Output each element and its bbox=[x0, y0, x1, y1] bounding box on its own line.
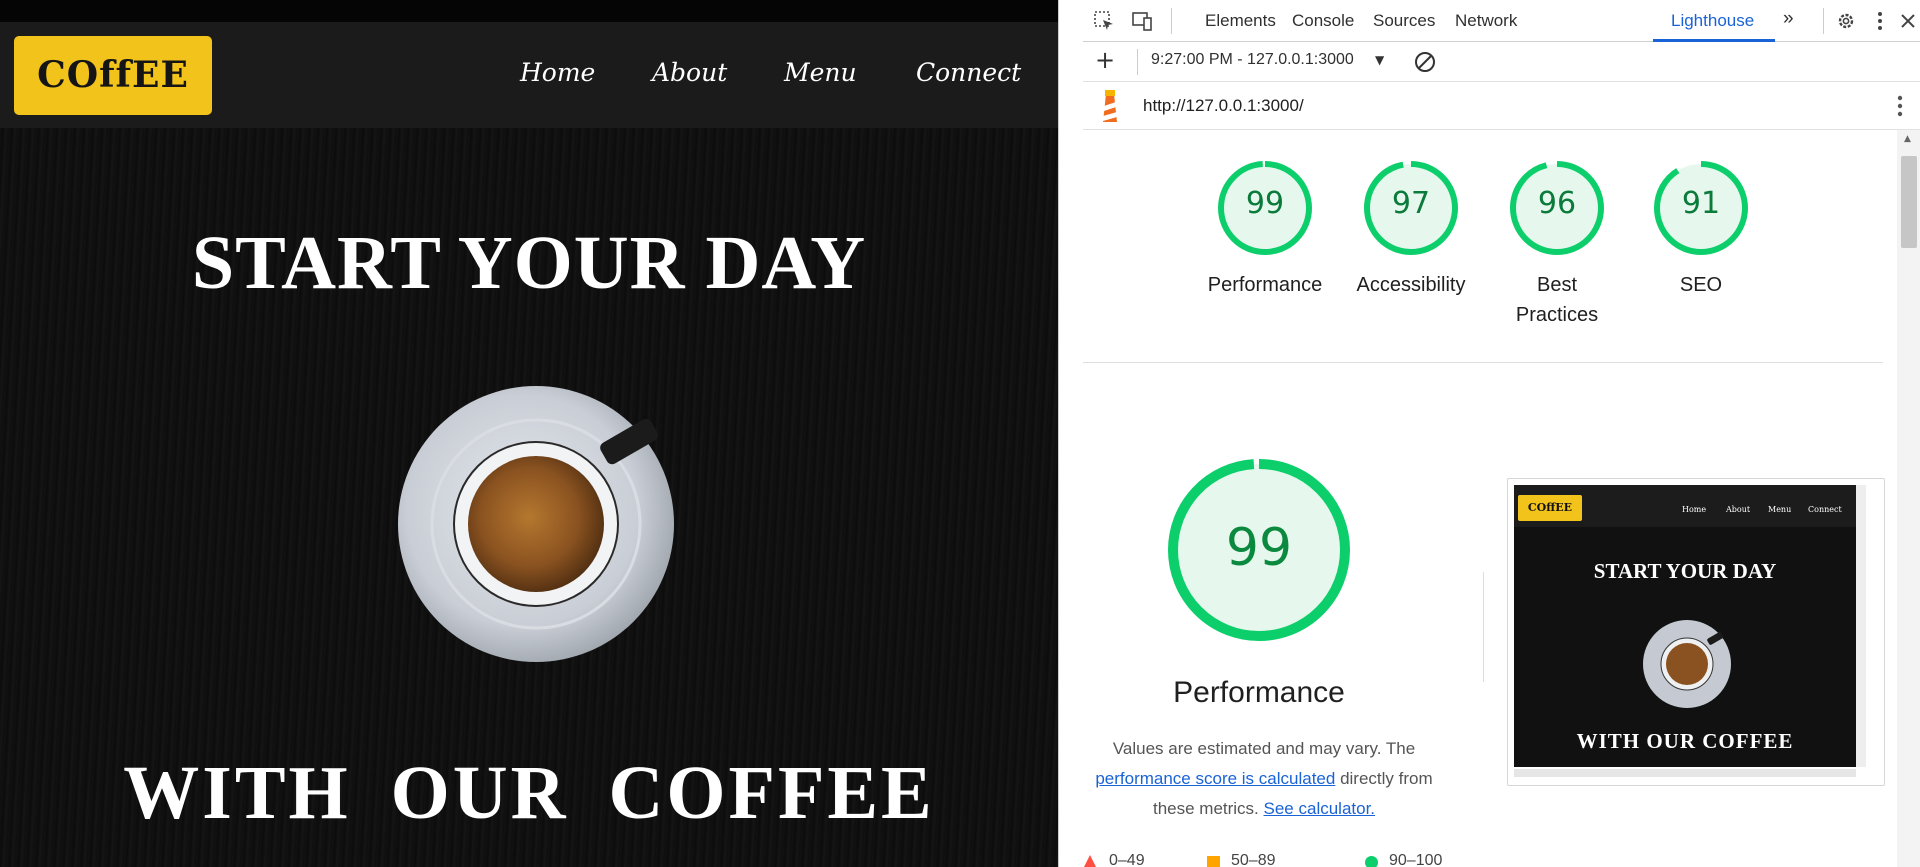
hero-headline-bottom: WITH OUR COFFEE bbox=[123, 751, 935, 835]
best-practices-score: 96 bbox=[1537, 186, 1577, 221]
score-calculated-link[interactable]: performance score is calculated bbox=[1095, 769, 1335, 788]
performance-label: Performance bbox=[1207, 274, 1323, 296]
coffee-cup-image bbox=[398, 386, 674, 662]
thumbnail-headline-top: START YOUR DAY bbox=[1593, 559, 1777, 583]
more-options-icon[interactable] bbox=[1869, 10, 1891, 32]
seo-label: SEO bbox=[1679, 274, 1723, 296]
performance-score: 99 bbox=[1245, 186, 1285, 221]
tab-elements[interactable]: Elements bbox=[1205, 11, 1276, 31]
thumbnail-nav-connect: Connect bbox=[1808, 505, 1842, 514]
thumbnail-nav-home: Home bbox=[1682, 505, 1707, 514]
seo-score: 91 bbox=[1681, 186, 1721, 221]
devtools-panel: Elements Console Sources Network Lightho… bbox=[1058, 0, 1920, 867]
performance-score-gauge[interactable]: 99 bbox=[1217, 160, 1313, 260]
thumbnail-scrollbar bbox=[1856, 485, 1866, 767]
settings-gear-icon[interactable] bbox=[1835, 10, 1857, 32]
website-viewport: COffEE Home About Menu Connect START YOU… bbox=[0, 0, 1058, 867]
lighthouse-toolbar: + 9:27:00 PM - 127.0.0.1:3000 ▼ bbox=[1083, 42, 1920, 82]
desc-text-1: Values are estimated and may vary. The bbox=[1112, 739, 1416, 758]
devtools-tab-bar: Elements Console Sources Network Lightho… bbox=[1083, 0, 1920, 42]
dropdown-caret-icon[interactable]: ▼ bbox=[1375, 53, 1384, 67]
performance-big-score: 99 bbox=[1225, 518, 1293, 578]
report-scrollbar[interactable]: ▲ bbox=[1897, 130, 1920, 867]
hero-headline-top: START YOUR DAY bbox=[191, 221, 867, 305]
thumbnail-coffee-cup-image bbox=[1643, 620, 1731, 708]
nav-home-link[interactable]: Home bbox=[520, 58, 595, 87]
thumbnail-hscrollbar bbox=[1514, 769, 1856, 777]
accessibility-score: 97 bbox=[1391, 186, 1431, 221]
accessibility-label: Accessibility bbox=[1356, 274, 1466, 296]
lighthouse-logo-icon bbox=[1103, 90, 1117, 122]
close-icon[interactable] bbox=[1897, 10, 1919, 32]
thumbnail-nav-menu: Menu bbox=[1768, 505, 1792, 514]
new-report-plus-icon[interactable]: + bbox=[1095, 46, 1115, 74]
fail-triangle-icon bbox=[1084, 855, 1096, 867]
section-divider bbox=[1083, 362, 1883, 363]
tab-sources[interactable]: Sources bbox=[1373, 11, 1435, 31]
legend-average-range: 50–89 bbox=[1231, 852, 1276, 867]
thumbnail-nav-about: About bbox=[1726, 505, 1751, 514]
clear-report-icon[interactable] bbox=[1413, 50, 1437, 74]
accessibility-score-gauge[interactable]: 97 bbox=[1363, 160, 1459, 260]
best-practices-label: Best Practices bbox=[1515, 274, 1599, 326]
lighthouse-report: 99 Performance 97 Accessibility 96 Best … bbox=[1083, 130, 1897, 867]
tab-network[interactable]: Network bbox=[1455, 11, 1517, 31]
see-calculator-link[interactable]: See calculator. bbox=[1264, 799, 1376, 818]
more-tabs-chevron-icon[interactable]: » bbox=[1783, 8, 1794, 30]
thumbnail-logo: COffEE bbox=[1518, 495, 1582, 521]
nav-about-link[interactable]: About bbox=[652, 58, 727, 87]
report-menu-icon[interactable] bbox=[1893, 94, 1907, 118]
nav-connect-link[interactable]: Connect bbox=[916, 58, 1021, 87]
nav-menu-link[interactable]: Menu bbox=[784, 58, 857, 87]
legend-fail-range: 0–49 bbox=[1109, 852, 1145, 867]
top-strip bbox=[0, 0, 1058, 22]
tab-console[interactable]: Console bbox=[1292, 11, 1354, 31]
thumbnail-headline-bottom: WITH OUR COFFEE bbox=[1576, 729, 1794, 753]
seo-score-gauge[interactable]: 91 bbox=[1653, 160, 1749, 260]
performance-description: Values are estimated and may vary. The p… bbox=[1083, 734, 1449, 824]
report-scroll-up-icon[interactable]: ▲ bbox=[1904, 134, 1911, 144]
device-toolbar-icon[interactable] bbox=[1131, 10, 1153, 32]
vertical-divider bbox=[1483, 572, 1484, 682]
thumbnail-page: COffEE Home About Menu Connect START YOU… bbox=[1514, 485, 1856, 767]
inspect-element-icon[interactable] bbox=[1093, 10, 1115, 32]
pass-circle-icon bbox=[1365, 856, 1378, 867]
audited-url[interactable]: http://127.0.0.1:3000/ bbox=[1143, 96, 1304, 116]
audited-url-bar: http://127.0.0.1:3000/ bbox=[1083, 82, 1920, 130]
best-practices-score-gauge[interactable]: 96 bbox=[1509, 160, 1605, 260]
site-logo[interactable]: COffEE bbox=[14, 36, 212, 115]
tab-lighthouse[interactable]: Lighthouse bbox=[1671, 11, 1754, 31]
report-scrollbar-thumb[interactable] bbox=[1901, 156, 1917, 248]
average-square-icon bbox=[1207, 856, 1220, 867]
final-screenshot-thumbnail[interactable]: COffEE Home About Menu Connect START YOU… bbox=[1507, 478, 1885, 786]
legend-pass-range: 90–100 bbox=[1389, 852, 1443, 867]
performance-big-label: Performance bbox=[1173, 676, 1345, 709]
report-selector[interactable]: 9:27:00 PM - 127.0.0.1:3000 bbox=[1151, 51, 1354, 69]
